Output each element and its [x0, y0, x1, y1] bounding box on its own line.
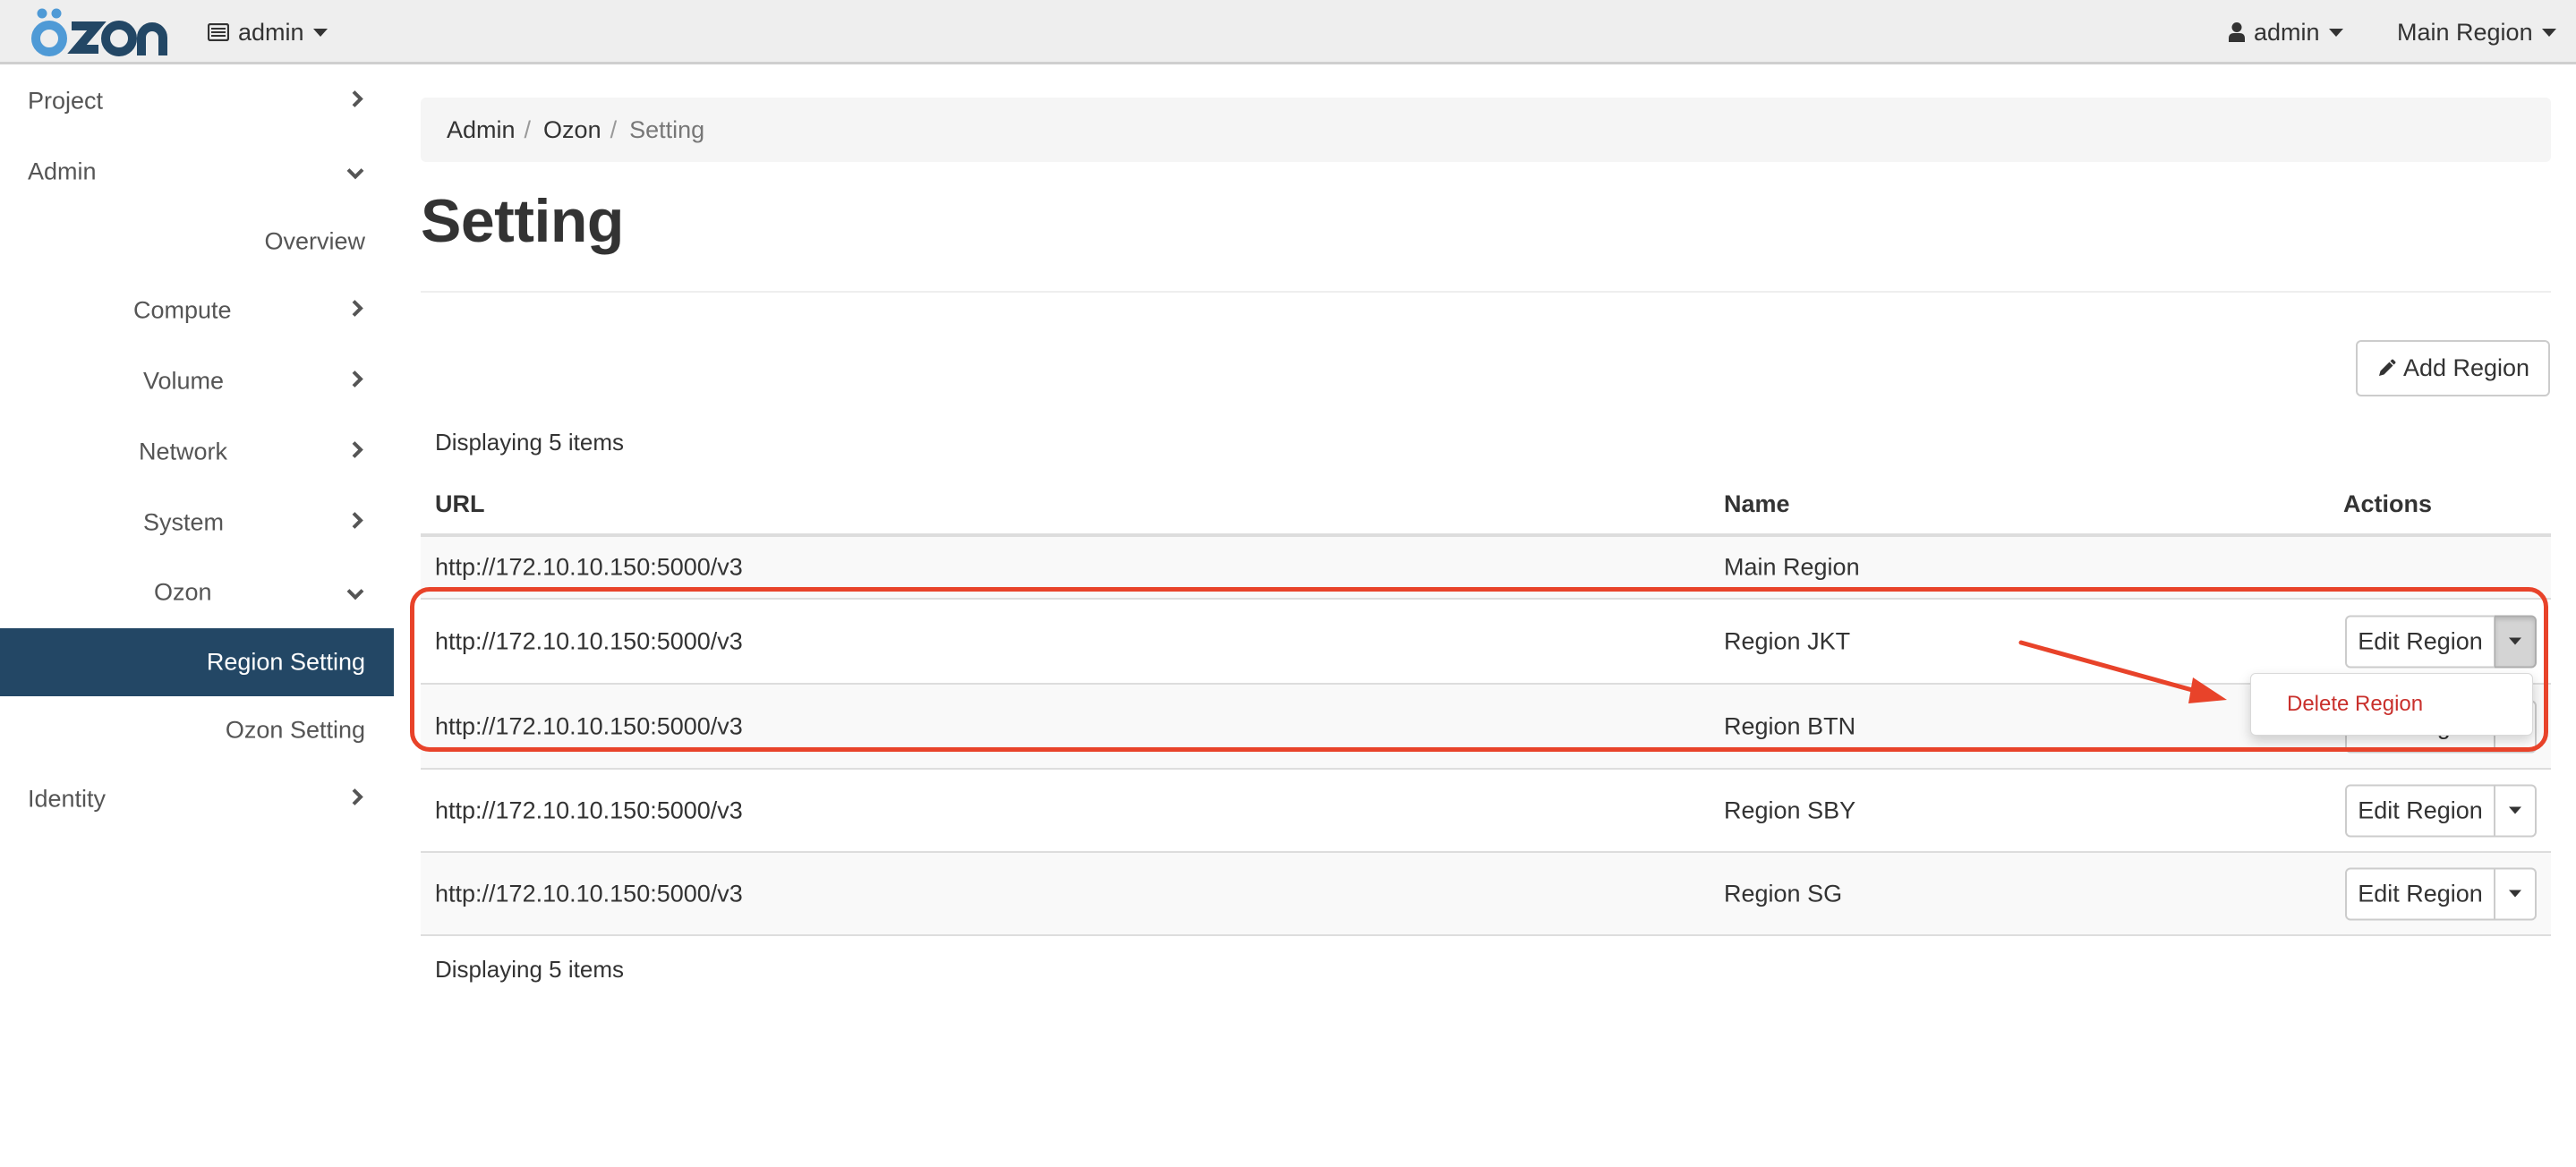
column-header-name: Name	[1724, 490, 1790, 517]
caret-down-icon	[2328, 28, 2343, 37]
row-actions: Edit Region	[2345, 784, 2537, 837]
page-title: Setting	[421, 187, 624, 255]
actions-dropdown-menu: Delete Region	[2250, 673, 2533, 736]
cell-name: Region BTN	[1724, 712, 1856, 739]
sidebar-item-project[interactable]: Project	[0, 67, 394, 135]
sidebar-item-identity[interactable]: Identity	[0, 765, 394, 833]
sidebar-item-overview[interactable]: Overview	[0, 208, 394, 276]
caret-down-icon	[312, 28, 328, 37]
user-menu-label: admin	[2254, 18, 2320, 46]
breadcrumb-ozon[interactable]: Ozon	[543, 116, 601, 144]
actions-dropdown-toggle[interactable]	[2495, 867, 2537, 920]
sidebar-item-label: Compute	[133, 296, 232, 324]
cell-url: http://172.10.10.150:5000/v3	[435, 712, 743, 739]
region-menu[interactable]: Main Region	[2397, 0, 2556, 64]
add-region-button[interactable]: Add Region	[2356, 340, 2550, 396]
table-row: http://172.10.10.150:5000/v3 Main Region	[421, 537, 2551, 600]
chevron-right-icon	[351, 786, 363, 813]
edit-region-button[interactable]: Edit Region	[2345, 784, 2495, 837]
sidebar-item-network[interactable]: Network	[0, 418, 394, 486]
item-count-bottom: Displaying 5 items	[435, 956, 624, 983]
cell-name: Region SG	[1724, 880, 1843, 907]
table-row: http://172.10.10.150:5000/v3 Region BTN …	[421, 685, 2551, 770]
title-divider	[421, 291, 2551, 293]
sidebar-item-label: Admin	[28, 158, 97, 185]
row-actions: Edit Region	[2345, 615, 2537, 668]
column-header-url: URL	[435, 490, 485, 517]
cell-name: Region SBY	[1724, 796, 1856, 823]
sidebar-item-label: Identity	[28, 785, 107, 813]
edit-region-button[interactable]: Edit Region	[2345, 867, 2495, 920]
list-alt-icon	[208, 23, 229, 41]
user-menu[interactable]: admin	[2229, 0, 2343, 64]
cell-url: http://172.10.10.150:5000/v3	[435, 880, 743, 907]
user-icon	[2229, 21, 2245, 43]
sidebar-item-label: System	[143, 508, 225, 536]
sidebar-item-compute[interactable]: Compute	[0, 277, 394, 345]
chevron-down-icon	[345, 579, 365, 607]
top-navbar: admin admin Main Region	[0, 0, 2576, 64]
project-menu-label: admin	[238, 18, 304, 46]
chevron-right-icon	[351, 368, 363, 396]
edit-region-button[interactable]: Edit Region	[2345, 615, 2495, 668]
cell-url: http://172.10.10.150:5000/v3	[435, 796, 743, 823]
sidebar-item-ozon[interactable]: Ozon	[0, 558, 394, 626]
regions-table: URL Name Actions http://172.10.10.150:50…	[421, 474, 2551, 936]
cell-url: http://172.10.10.150:5000/v3	[435, 553, 743, 581]
sidebar-item-admin[interactable]: Admin	[0, 138, 394, 206]
table-row: http://172.10.10.150:5000/v3 Region SBY …	[421, 770, 2551, 853]
project-menu[interactable]: admin	[208, 0, 328, 64]
ozon-logo[interactable]	[16, 2, 168, 61]
caret-down-icon	[2541, 28, 2556, 37]
sidebar-item-label: Ozon Setting	[225, 716, 365, 744]
sidebar-item-system[interactable]: System	[0, 489, 394, 557]
table-row: http://172.10.10.150:5000/v3 Region JKT …	[421, 600, 2551, 685]
breadcrumb-separator: /	[610, 115, 618, 143]
sidebar-item-label: Project	[28, 87, 104, 115]
chevron-down-icon	[345, 158, 365, 186]
add-region-label: Add Region	[2402, 354, 2530, 381]
sidebar-item-label: Ozon	[154, 578, 212, 606]
chevron-right-icon	[351, 439, 363, 466]
region-menu-label: Main Region	[2397, 18, 2533, 46]
breadcrumb: Admin / Ozon / Setting	[421, 98, 2551, 162]
sidebar-item-label: Volume	[143, 367, 225, 395]
cell-url: http://172.10.10.150:5000/v3	[435, 627, 743, 654]
chevron-right-icon	[351, 509, 363, 537]
item-count-top: Displaying 5 items	[435, 429, 624, 456]
cell-name: Region JKT	[1724, 627, 1851, 654]
actions-dropdown-toggle[interactable]	[2495, 784, 2537, 837]
pencil-icon	[2376, 359, 2396, 379]
caret-down-icon	[2509, 890, 2521, 898]
breadcrumb-setting: Setting	[629, 115, 705, 143]
chevron-right-icon	[351, 297, 363, 325]
delete-region-menu-item[interactable]: Delete Region	[2287, 692, 2423, 717]
table-row: http://172.10.10.150:5000/v3 Region SG E…	[421, 853, 2551, 936]
breadcrumb-separator: /	[524, 115, 532, 143]
chevron-right-icon	[351, 88, 363, 115]
column-header-actions: Actions	[2343, 490, 2433, 517]
table-header: URL Name Actions	[421, 474, 2551, 537]
breadcrumb-admin[interactable]: Admin	[447, 116, 516, 144]
sidebar-item-label: Region Setting	[206, 648, 365, 676]
caret-down-icon	[2509, 637, 2521, 645]
sidebar-item-label: Overview	[264, 227, 365, 255]
sidebar: Project Admin Overview Compute Volume Ne…	[0, 64, 394, 1167]
row-actions: Edit Region	[2345, 867, 2537, 920]
cell-name: Main Region	[1724, 553, 1860, 581]
caret-down-icon	[2509, 806, 2521, 814]
sidebar-item-ozon-setting[interactable]: Ozon Setting	[0, 696, 394, 764]
actions-dropdown-toggle[interactable]	[2495, 615, 2537, 668]
sidebar-item-volume[interactable]: Volume	[0, 347, 394, 415]
sidebar-item-label: Network	[139, 438, 228, 465]
sidebar-item-region-setting[interactable]: Region Setting	[0, 628, 394, 696]
